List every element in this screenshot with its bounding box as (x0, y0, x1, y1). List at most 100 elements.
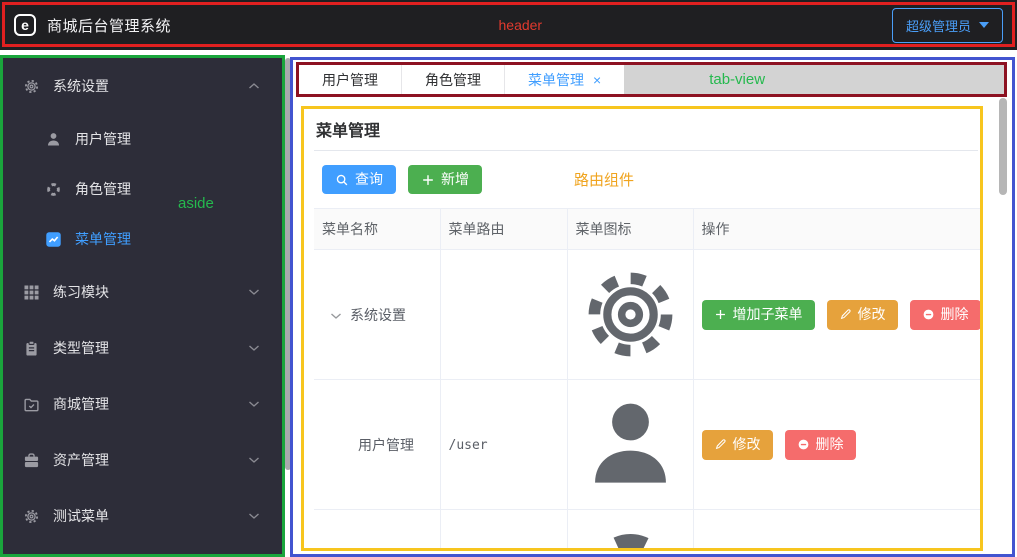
chevron-down-icon (248, 288, 260, 296)
menu-icon-cell (567, 250, 693, 380)
route-view: 菜单管理 查询 新增 路由组件 菜单名称 菜单路由 (301, 106, 983, 551)
minus-circle-icon (797, 438, 810, 451)
sidebar-subitem-label: 用户管理 (75, 129, 131, 149)
sidebar-item-4[interactable]: 商城管理 (3, 376, 282, 432)
annotation-header: header (499, 17, 543, 33)
chevron-up-icon (248, 82, 260, 90)
chevron-down-icon (248, 456, 260, 464)
sidebar-item-2[interactable]: 练习模块 (3, 264, 282, 320)
aim-icon (45, 181, 62, 198)
actions-cell: 修改删除 (693, 510, 983, 551)
chevron-down-icon (248, 400, 260, 408)
tab-label: 用户管理 (322, 70, 378, 90)
sidebar-subitem-3[interactable]: 菜单管理 (3, 214, 282, 264)
grid-icon (23, 284, 40, 301)
briefcase-icon (23, 452, 40, 469)
sidebar-item-5[interactable]: 资产管理 (3, 432, 282, 488)
table-row: 角色管理/role 修改删除 (314, 510, 983, 551)
table-header-row: 菜单名称 菜单路由 菜单图标 操作 (314, 209, 983, 250)
sidebar-item-label: 资产管理 (53, 450, 109, 470)
search-button-label: 查询 (355, 172, 383, 187)
annotation-tab-view: tab-view (709, 71, 765, 88)
minus-circle-icon (922, 308, 935, 321)
tab-3[interactable]: 菜单管理× (504, 65, 624, 94)
main-panel: 用户管理角色管理菜单管理× tab-view 菜单管理 查询 新增 路由组件 (290, 57, 1015, 557)
chevron-down-icon[interactable] (330, 312, 342, 320)
user-menu-button[interactable]: 超级管理员 (892, 8, 1003, 43)
folder-check-icon (23, 396, 40, 413)
sidebar-item-label: 系统设置 (53, 76, 109, 96)
aim-icon (576, 520, 685, 551)
chevron-down-icon (248, 512, 260, 520)
column-header-name: 菜单名称 (314, 209, 440, 250)
clipboard-icon (23, 340, 40, 357)
toolbar: 查询 新增 路由组件 (322, 165, 978, 194)
actions-cell: 增加子菜单 修改 删除 (693, 250, 983, 380)
column-header-route: 菜单路由 (440, 209, 567, 250)
table-row: 系统设置 增加子菜单 修改 删除 (314, 250, 983, 380)
caret-down-icon (979, 22, 989, 28)
sidebar-item-3[interactable]: 类型管理 (3, 320, 282, 376)
tab-filler: tab-view (624, 65, 1004, 94)
menu-route-cell: /user (440, 380, 567, 510)
menu-name: 用户管理 (322, 434, 432, 456)
chart-square-icon (45, 231, 62, 248)
title-divider (314, 150, 978, 151)
tab-1[interactable]: 用户管理 (299, 65, 401, 94)
chevron-down-icon (248, 344, 260, 352)
menu-name-cell: 角色管理 (314, 510, 440, 551)
main-scrollbar-thumb[interactable] (999, 98, 1007, 195)
table-row: 用户管理/user 修改 删除 (314, 380, 983, 510)
page-title: 菜单管理 (314, 117, 978, 141)
actions-cell: 修改 删除 (693, 380, 983, 510)
sidebar-subitem-label: 角色管理 (75, 179, 131, 199)
app-title: 商城后台管理系统 (47, 15, 171, 36)
edit-button-label: 修改 (858, 307, 886, 322)
sidebar-item-6[interactable]: 测试菜单 (3, 488, 282, 544)
tab-bar: 用户管理 角色管理 菜单管理× tab-view (296, 62, 1007, 97)
menu-route: /user (449, 438, 488, 453)
menu-route-cell (440, 250, 567, 380)
annotation-route-component: 路由组件 (574, 169, 634, 190)
add-button[interactable]: 新增 (408, 165, 482, 194)
edit-button-label: 修改 (733, 437, 761, 452)
add-child-button-label: 增加子菜单 (733, 307, 803, 322)
search-button[interactable]: 查询 (322, 165, 396, 194)
edit-button[interactable]: 修改 (702, 430, 773, 459)
user-solid-icon (576, 390, 685, 499)
sidebar-subitem-1[interactable]: 用户管理 (3, 114, 282, 164)
user-solid-icon (45, 131, 62, 148)
delete-button-label: 删除 (941, 307, 969, 322)
column-header-icon: 菜单图标 (567, 209, 693, 250)
add-child-button[interactable]: 增加子菜单 (702, 300, 815, 329)
menu-icon-cell (567, 380, 693, 510)
edit-button[interactable]: 修改 (827, 300, 898, 329)
menu-name: 系统设置 (350, 307, 406, 323)
sidebar-item-label: 测试菜单 (53, 506, 109, 526)
column-header-actions: 操作 (693, 209, 983, 250)
menu-name-cell: 系统设置 (314, 250, 440, 380)
app-logo-icon: e (14, 14, 36, 36)
sidebar-item-label: 类型管理 (53, 338, 109, 358)
sidebar-item-label: 商城管理 (53, 394, 109, 414)
sidebar-item-1[interactable]: 系统设置 (3, 58, 282, 114)
tab-label: 角色管理 (425, 70, 481, 90)
menu-route-cell: /role (440, 510, 567, 551)
sidebar-subitem-2[interactable]: 角色管理 (3, 164, 282, 214)
menu-table: 菜单名称 菜单路由 菜单图标 操作 系统设置增加子菜单修改删除用户管理/user… (314, 208, 983, 551)
edit-icon (714, 438, 727, 451)
delete-button[interactable]: 删除 (910, 300, 981, 329)
delete-button[interactable]: 删除 (785, 430, 856, 459)
gear-icon (23, 508, 40, 525)
plus-icon (421, 173, 435, 187)
user-menu-label: 超级管理员 (906, 16, 971, 35)
sidebar-item-label: 练习模块 (53, 282, 109, 302)
delete-button-label: 删除 (816, 437, 844, 452)
edit-icon (839, 308, 852, 321)
tab-close-icon[interactable]: × (593, 73, 601, 87)
menu-name-cell: 用户管理 (314, 380, 440, 510)
app-header: e 商城后台管理系统 header 超级管理员 (0, 0, 1017, 50)
tab-2[interactable]: 角色管理 (401, 65, 504, 94)
sidebar: 系统设置用户管理角色管理菜单管理练习模块类型管理商城管理资产管理测试菜单 asi… (0, 55, 285, 557)
menu-icon-cell (567, 510, 693, 551)
